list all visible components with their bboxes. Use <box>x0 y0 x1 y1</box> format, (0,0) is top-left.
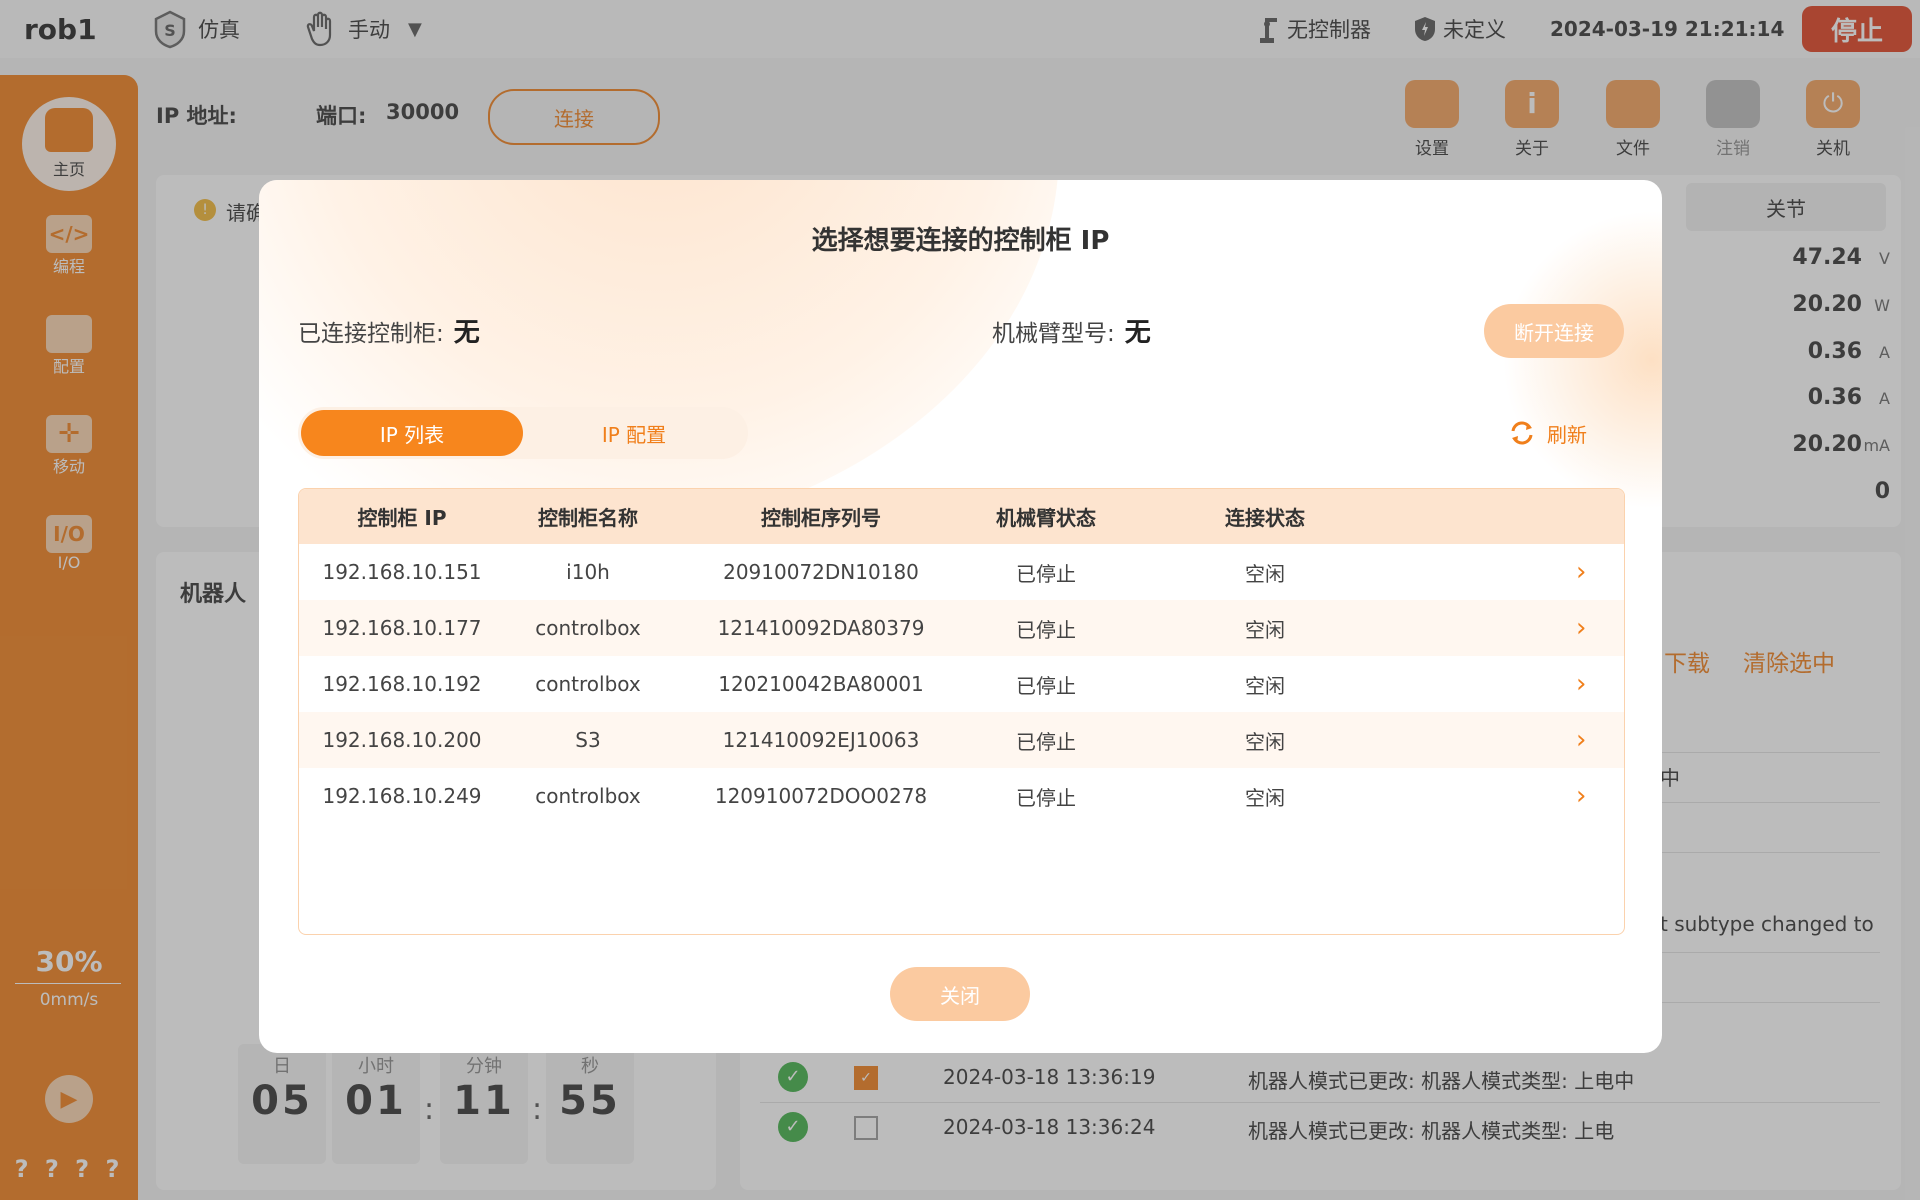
refresh-icon <box>1511 421 1533 445</box>
cell-connection-status: 空闲 <box>1245 673 1285 698</box>
dialog-title: 选择想要连接的控制柜 IP <box>811 226 1110 256</box>
ip-tabs: IP 列表 IP 配置 <box>298 407 748 459</box>
table-row[interactable]: 192.168.10.192 controlbox 120210042BA800… <box>299 656 1624 712</box>
cell-ip: 192.168.10.249 <box>322 784 482 808</box>
refresh-button[interactable]: 刷新 <box>1507 418 1587 448</box>
cell-arm-status: 已停止 <box>1016 673 1076 698</box>
table-row[interactable]: 192.168.10.249 controlbox 120910072DOO02… <box>299 768 1624 824</box>
connected-controller-value: 无 <box>453 318 480 348</box>
controller-table: 控制柜 IP 控制柜名称 控制柜序列号 机械臂状态 连接状态 192.168.1… <box>298 488 1625 935</box>
cell-ip: 192.168.10.177 <box>322 616 482 640</box>
cell-connection-status: 空闲 <box>1245 729 1285 754</box>
cell-arm-status: 已停止 <box>1016 617 1076 642</box>
column-header: 控制柜 IP <box>357 506 447 530</box>
cell-serial: 20910072DN10180 <box>723 560 919 584</box>
column-header: 控制柜序列号 <box>761 506 881 530</box>
table-row[interactable]: 192.168.10.177 controlbox 121410092DA803… <box>299 600 1624 656</box>
column-header: 连接状态 <box>1225 506 1305 530</box>
cell-name: controlbox <box>535 616 641 640</box>
connected-controller-info: 已连接控制柜: 无 <box>298 312 480 349</box>
cell-connection-status: 空闲 <box>1245 617 1285 642</box>
chevron-right-icon[interactable]: › <box>1576 600 1586 656</box>
column-header: 机械臂状态 <box>996 506 1096 530</box>
chevron-right-icon[interactable]: › <box>1576 656 1586 712</box>
cell-connection-status: 空闲 <box>1245 561 1285 586</box>
chevron-right-icon[interactable]: › <box>1576 712 1586 768</box>
table-row[interactable]: 192.168.10.151 i10h 20910072DN10180 已停止 … <box>299 544 1624 600</box>
arm-model-info: 机械臂型号: 无 <box>992 312 1151 349</box>
tab-ip-list[interactable]: IP 列表 <box>301 410 523 456</box>
refresh-label: 刷新 <box>1547 422 1587 447</box>
cell-serial: 121410092DA80379 <box>717 616 925 640</box>
cell-serial: 120910072DOO0278 <box>714 784 928 808</box>
disconnect-button[interactable]: 断开连接 <box>1484 304 1624 358</box>
cell-serial: 120210042BA80001 <box>718 672 924 696</box>
chevron-right-icon[interactable]: › <box>1576 544 1586 600</box>
table-row[interactable]: 192.168.10.200 S3 121410092EJ10063 已停止 空… <box>299 712 1624 768</box>
close-button[interactable]: 关闭 <box>890 967 1030 1021</box>
cell-connection-status: 空闲 <box>1245 785 1285 810</box>
cell-ip: 192.168.10.200 <box>322 728 482 752</box>
cell-arm-status: 已停止 <box>1016 561 1076 586</box>
cell-name: controlbox <box>535 784 641 808</box>
cell-name: S3 <box>575 728 601 752</box>
cell-ip: 192.168.10.192 <box>322 672 482 696</box>
cell-arm-status: 已停止 <box>1016 729 1076 754</box>
connect-dialog: 选择想要连接的控制柜 IP 已连接控制柜: 无 机械臂型号: 无 断开连接 IP 列… <box>259 180 1662 1053</box>
cell-name: controlbox <box>535 672 641 696</box>
cell-ip: 192.168.10.151 <box>322 560 482 584</box>
table-header: 控制柜 IP 控制柜名称 控制柜序列号 机械臂状态 连接状态 <box>299 489 1624 544</box>
cell-arm-status: 已停止 <box>1016 785 1076 810</box>
tab-ip-config[interactable]: IP 配置 <box>523 410 745 456</box>
column-header: 控制柜名称 <box>538 506 638 530</box>
connected-controller-label: 已连接控制柜: <box>298 321 444 347</box>
cell-serial: 121410092EJ10063 <box>722 728 920 752</box>
cell-name: i10h <box>566 560 610 584</box>
chevron-right-icon[interactable]: › <box>1576 768 1586 824</box>
arm-model-value: 无 <box>1124 318 1151 348</box>
arm-model-label: 机械臂型号: <box>992 321 1115 347</box>
